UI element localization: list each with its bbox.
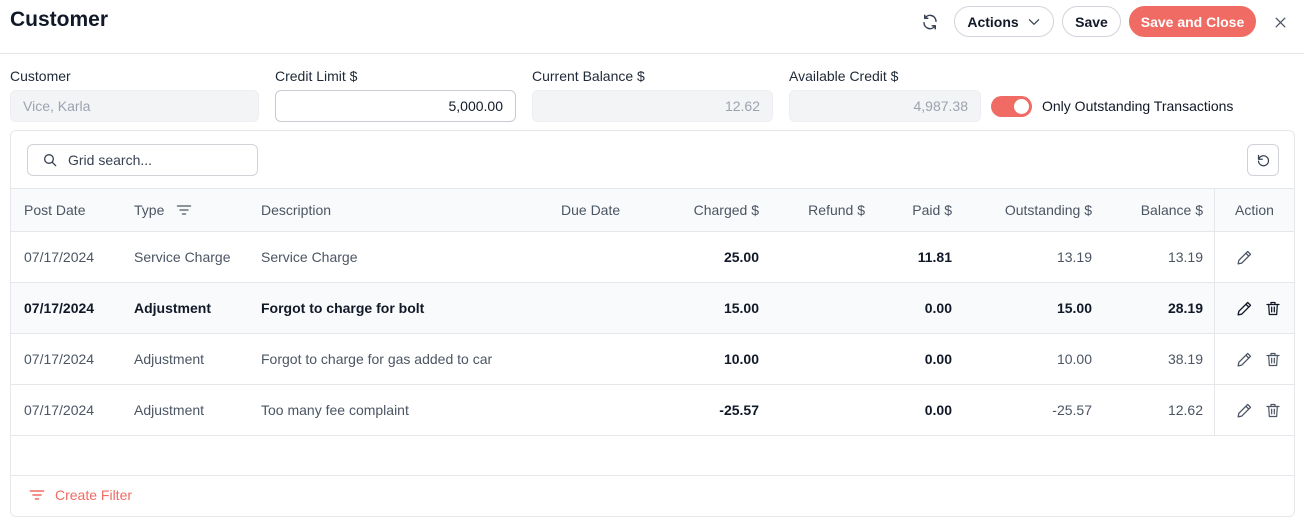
cell-refund [771,232,865,282]
table-row[interactable]: 07/17/2024 Service Charge Service Charge… [11,232,1294,283]
customer-field: Vice, Karla [10,90,259,122]
cell-refund [771,334,865,384]
cell-outstanding: -25.57 [1052,402,1092,418]
table-row[interactable]: 07/17/2024 Adjustment Forgot to charge f… [11,283,1294,334]
trash-icon [1266,352,1280,366]
customer-label: Customer [10,68,71,84]
create-filter-label: Create Filter [55,487,133,503]
cell-post-date: 07/17/2024 [24,249,95,265]
outstanding-only-label: Only Outstanding Transactions [1042,98,1234,114]
column-header-type[interactable]: Type [134,189,192,231]
cell-paid: 0.00 [924,402,952,418]
pencil-icon [1236,301,1251,316]
cell-refund [771,385,865,435]
pencil-icon [1236,403,1251,418]
cell-outstanding: 10.00 [1056,351,1092,367]
cell-type: Service Charge [134,249,231,265]
create-filter-button[interactable]: Create Filter [29,487,132,503]
header-bar: Customer Actions Save Save and Close [0,0,1304,54]
reset-grid-button[interactable] [1247,144,1279,176]
page-title: Customer [10,8,109,31]
cell-charged: 10.00 [723,351,759,367]
pencil-icon [1236,250,1251,265]
cell-balance: 28.19 [1167,300,1203,316]
cell-post-date: 07/17/2024 [24,351,95,367]
filter-icon[interactable] [176,203,192,217]
outstanding-only-toggle[interactable] [991,96,1032,117]
close-icon [1275,17,1285,27]
trash-icon [1266,403,1280,417]
column-header-charged[interactable]: Charged $ [651,189,759,231]
table-row[interactable]: 07/17/2024 Adjustment Too many fee compl… [11,385,1294,436]
column-header-due-date[interactable]: Due Date [561,189,620,231]
pencil-icon [1236,352,1251,367]
cell-description: Too many fee complaint [261,402,409,418]
save-button[interactable]: Save [1062,6,1121,37]
action-column-divider [1214,188,1215,436]
cell-charged: -25.57 [719,402,759,418]
current-balance-field: 12.62 [532,90,773,122]
edit-button[interactable] [1234,247,1254,267]
grid-search-box[interactable] [27,144,258,176]
cell-balance: 12.62 [1167,402,1203,418]
cell-outstanding: 15.00 [1056,300,1092,316]
cell-paid: 0.00 [924,351,952,367]
delete-button[interactable] [1263,349,1283,369]
available-credit-label: Available Credit $ [789,68,899,84]
grid-footer: Create Filter [11,475,1294,517]
column-header-balance[interactable]: Balance $ [1101,189,1203,231]
edit-button[interactable] [1234,298,1254,318]
grid-header-row: Post Date Type Description Due Date Char… [11,188,1294,232]
close-button[interactable] [1268,10,1292,34]
actions-menu-label: Actions [967,13,1019,30]
cell-outstanding: 13.19 [1056,249,1092,265]
edit-button[interactable] [1234,400,1254,420]
toggle-knob [1014,99,1029,114]
delete-button[interactable] [1263,298,1283,318]
refresh-icon [923,14,937,30]
cell-refund [771,283,865,333]
table-row[interactable]: 07/17/2024 Adjustment Forgot to charge f… [11,334,1294,385]
column-header-post-date[interactable]: Post Date [24,189,85,231]
column-header-type-label: Type [134,202,165,218]
cell-type: Adjustment [134,351,205,367]
transactions-grid: Post Date Type Description Due Date Char… [10,130,1295,517]
save-and-close-button[interactable]: Save and Close [1129,6,1256,37]
credit-limit-input[interactable]: 5,000.00 [275,90,516,122]
cell-description: Forgot to charge for bolt [261,300,425,316]
cell-description: Service Charge [261,249,358,265]
actions-menu-button[interactable]: Actions [954,6,1054,37]
available-credit-field: 4,987.38 [789,90,981,122]
delete-button[interactable] [1263,400,1283,420]
cell-balance: 13.19 [1167,249,1203,265]
cell-description: Forgot to charge for gas added to car [261,351,493,367]
cell-charged: 15.00 [723,300,759,316]
cell-charged: 25.00 [723,249,759,265]
cell-type: Adjustment [134,300,211,316]
column-header-refund[interactable]: Refund $ [771,189,865,231]
cell-paid: 11.81 [917,249,952,265]
refresh-button[interactable] [916,8,944,36]
grid-search-input[interactable] [68,152,248,168]
cell-paid: 0.00 [924,300,952,316]
column-header-paid[interactable]: Paid $ [871,189,952,231]
cell-post-date: 07/17/2024 [24,300,95,316]
cell-post-date: 07/17/2024 [24,402,95,418]
search-icon [44,154,57,167]
cell-balance: 38.19 [1167,351,1203,367]
cell-type: Adjustment [134,402,205,418]
column-header-description[interactable]: Description [261,189,331,231]
chevron-down-icon [1028,18,1039,25]
current-balance-label: Current Balance $ [532,68,645,84]
reset-icon [1257,154,1269,166]
column-header-action: Action [1235,202,1274,218]
trash-icon [1266,301,1280,315]
credit-limit-label: Credit Limit $ [275,68,358,84]
edit-button[interactable] [1234,349,1254,369]
column-header-outstanding[interactable]: Outstanding $ [961,189,1092,231]
filter-icon [29,490,45,500]
